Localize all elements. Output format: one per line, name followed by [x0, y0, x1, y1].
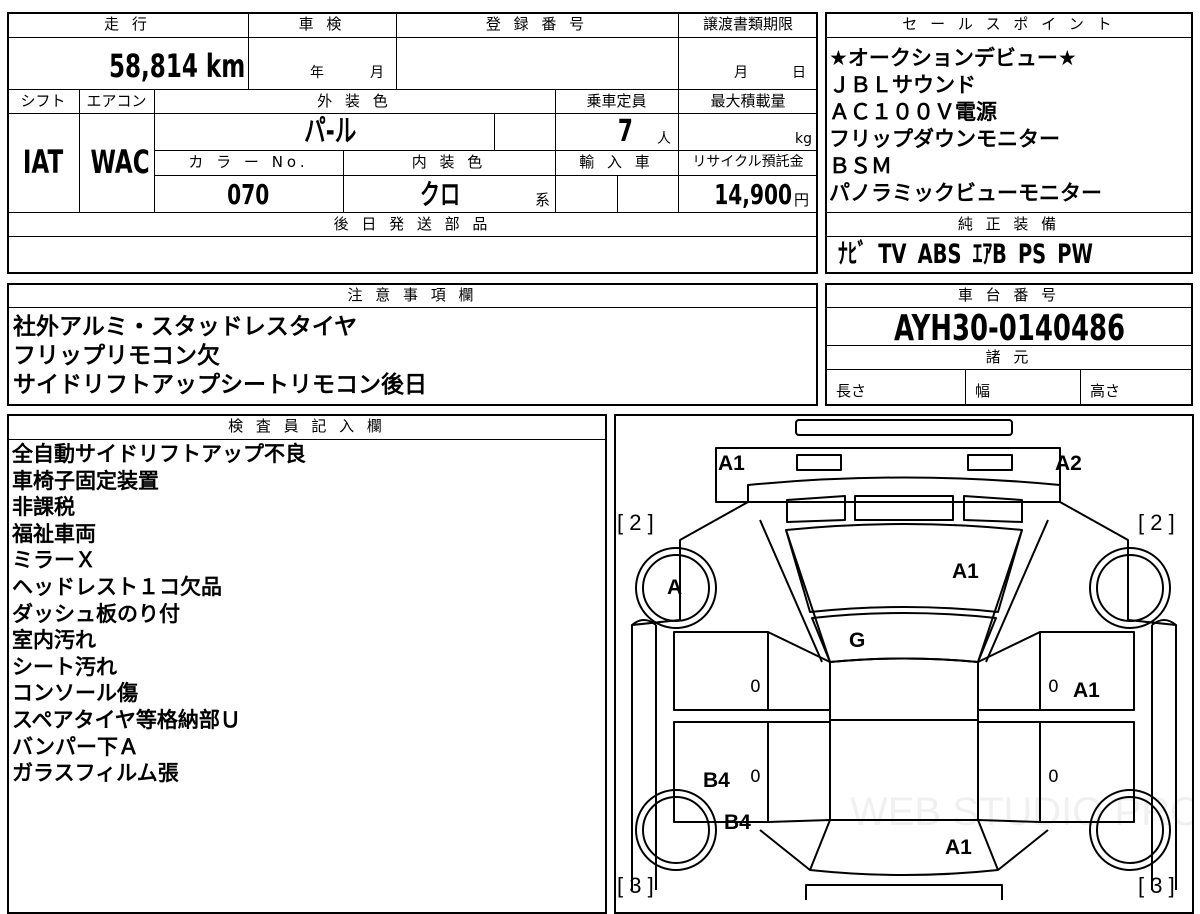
sales-point-item: ＪＢＬサウンド [829, 73, 976, 97]
registration-header: 登 録 番 号 [485, 15, 589, 33]
front-grille-bar [795, 419, 1013, 436]
inspector-line: シート汚れ [12, 654, 117, 679]
max-load-unit: kg [795, 131, 812, 147]
chassis-header: 車 台 番 号 [957, 286, 1061, 304]
color-no-value: 070 [227, 178, 270, 211]
inspector-line: ヘッドレスト１コ欠品 [12, 574, 222, 599]
door-handle-mark: 0 [750, 677, 761, 697]
notes-header: 注 意 事 項 欄 [347, 286, 478, 304]
notes-line: サイドリフトアップシートリモコン後日 [13, 372, 427, 398]
transfer-month-unit: 月 [734, 65, 748, 81]
later-parts-header: 後 日 発 送 部 品 [333, 215, 492, 233]
genuine-equipment-value: ﾅﾋﾞ TV ABS ｴｱB PS PW [838, 239, 1093, 270]
headlight-right [967, 454, 1013, 471]
mark-front-bumper-left: A1 [718, 452, 745, 475]
inspector-line: ダッシュ板のり付 [12, 601, 180, 626]
sales-point-item: ★オークションデビュー★ [829, 46, 1077, 70]
inspection-month-unit: 月 [370, 65, 384, 81]
inspection-year-unit: 年 [310, 65, 324, 81]
inspector-line: バンパー下Ａ [12, 734, 140, 759]
inspector-line: コンソール傷 [12, 681, 138, 706]
bracket-top-left: [ 2 ] [617, 510, 654, 535]
mark-left-rear-door: B4 [703, 769, 730, 792]
inspector-line: 室内汚れ [12, 628, 96, 653]
aircon-value: WAC [90, 143, 150, 181]
watermark: WEB STUDIO PRO [850, 790, 1194, 834]
bracket-top-right: [ 2 ] [1138, 510, 1175, 535]
aircon-header: エアコン [86, 92, 147, 110]
notes-line: 社外アルミ・スタッドレスタイヤ [13, 314, 358, 340]
mark-left-rear-quarter: B4 [724, 811, 751, 834]
inspector-line: 全自動サイドリフトアップ不良 [12, 442, 306, 466]
door-handle-mark: 0 [1048, 767, 1059, 787]
wheel-front-right [1089, 547, 1171, 629]
sales-point-item: フリップダウンモニター [829, 127, 1060, 151]
mark-roof-rear: A1 [945, 836, 972, 859]
length-label: 長さ [836, 382, 867, 400]
wheel-rear-left [635, 789, 717, 871]
hood-front-edge [747, 476, 1061, 502]
inspector-line: 福祉車両 [12, 521, 96, 546]
height-label: 高さ [1090, 382, 1121, 400]
hood-vent-left [786, 495, 846, 523]
import-header: 輸 入 車 [579, 153, 654, 171]
inspector-line: ガラスフィルム張 [12, 761, 179, 786]
door-handle-mark: 0 [1048, 677, 1059, 697]
recycle-unit: 円 [794, 191, 810, 209]
bracket-bottom-right: [ 3 ] [1138, 873, 1175, 898]
headlight-left [796, 454, 842, 471]
capacity-value: 7 [617, 114, 633, 149]
sales-point-item: ＢＳＭ [829, 154, 892, 178]
left-front-door [673, 631, 769, 711]
hood [785, 523, 1023, 613]
genuine-equipment-header: 純 正 装 備 [957, 215, 1061, 233]
transfer-day-unit: 日 [792, 65, 806, 81]
sales-points-list: ★オークションデビュー★ ＪＢＬサウンド ＡＣ１００Ｖ電源 フリップダウンモニタ… [829, 45, 1102, 207]
mark-hood: A1 [952, 560, 979, 583]
interior-color-value: クロ [419, 178, 461, 211]
capacity-unit: 人 [657, 131, 671, 147]
capacity-header: 乗車定員 [586, 92, 647, 110]
mark-wheel-front-left: A [667, 576, 683, 599]
hood-vent-center [854, 495, 954, 521]
car-diagram: WEB STUDIO PRO [631, 419, 1194, 900]
bracket-bottom-left: [ 3 ] [617, 873, 654, 898]
dimensions-header: 諸 元 [985, 348, 1033, 366]
chassis-number: AYH30-0140486 [893, 308, 1125, 349]
notes-list: 社外アルミ・スタッドレスタイヤ フリップリモコン欠 サイドリフトアップシートリモ… [13, 313, 427, 400]
inspector-list: 全自動サイドリフトアップ不良 車椅子固定装置 非課税 福祉車両 ミラーＸ ヘッド… [12, 441, 306, 787]
max-load-header: 最大積載量 [710, 92, 786, 110]
front-bumper [715, 447, 1061, 503]
sales-points-header: セ ー ル ス ポ イ ン ト [902, 15, 1116, 33]
recycle-value: 14,900 [714, 178, 792, 211]
interior-color-suffix: 系 [535, 191, 551, 209]
color-no-header: カ ラ ー No. [188, 153, 309, 171]
notes-line: フリップリモコン欠 [13, 343, 220, 369]
recycle-header: リサイクル預託金 [692, 154, 804, 170]
mark-front-bumper-right: A2 [1055, 452, 1082, 475]
exterior-color-header: 外 装 色 [317, 92, 392, 110]
sales-point-item: ＡＣ１００Ｖ電源 [829, 100, 997, 124]
sales-point-item: パノラミックビューモニター [829, 181, 1102, 205]
inspector-header: 検 査 員 記 入 欄 [228, 417, 386, 435]
hood-vent-right [963, 495, 1023, 523]
shift-header: シフト [20, 92, 66, 110]
width-label: 幅 [975, 382, 991, 400]
transfer-deadline-header: 譲渡書類期限 [702, 15, 793, 33]
exterior-color-value: パ-ル [303, 114, 357, 149]
mileage-value: 58,814 km [108, 47, 245, 85]
inspector-line: 非課税 [12, 495, 75, 520]
shift-value: IAT [22, 143, 64, 181]
inspector-line: ミラーＸ [12, 548, 96, 573]
rear-bumper [805, 884, 1003, 900]
door-handle-mark: 0 [750, 767, 761, 787]
inspector-line: 車椅子固定装置 [12, 468, 159, 493]
inspector-line: スペアタイヤ等格納部Ｕ [12, 707, 241, 732]
mileage-header: 走 行 [104, 15, 151, 33]
inspection-header: 車 検 [298, 15, 346, 33]
windshield [811, 612, 997, 663]
interior-color-header: 内 装 色 [411, 153, 487, 171]
mark-windshield: G [849, 629, 866, 652]
mark-right-door: A1 [1073, 679, 1100, 702]
